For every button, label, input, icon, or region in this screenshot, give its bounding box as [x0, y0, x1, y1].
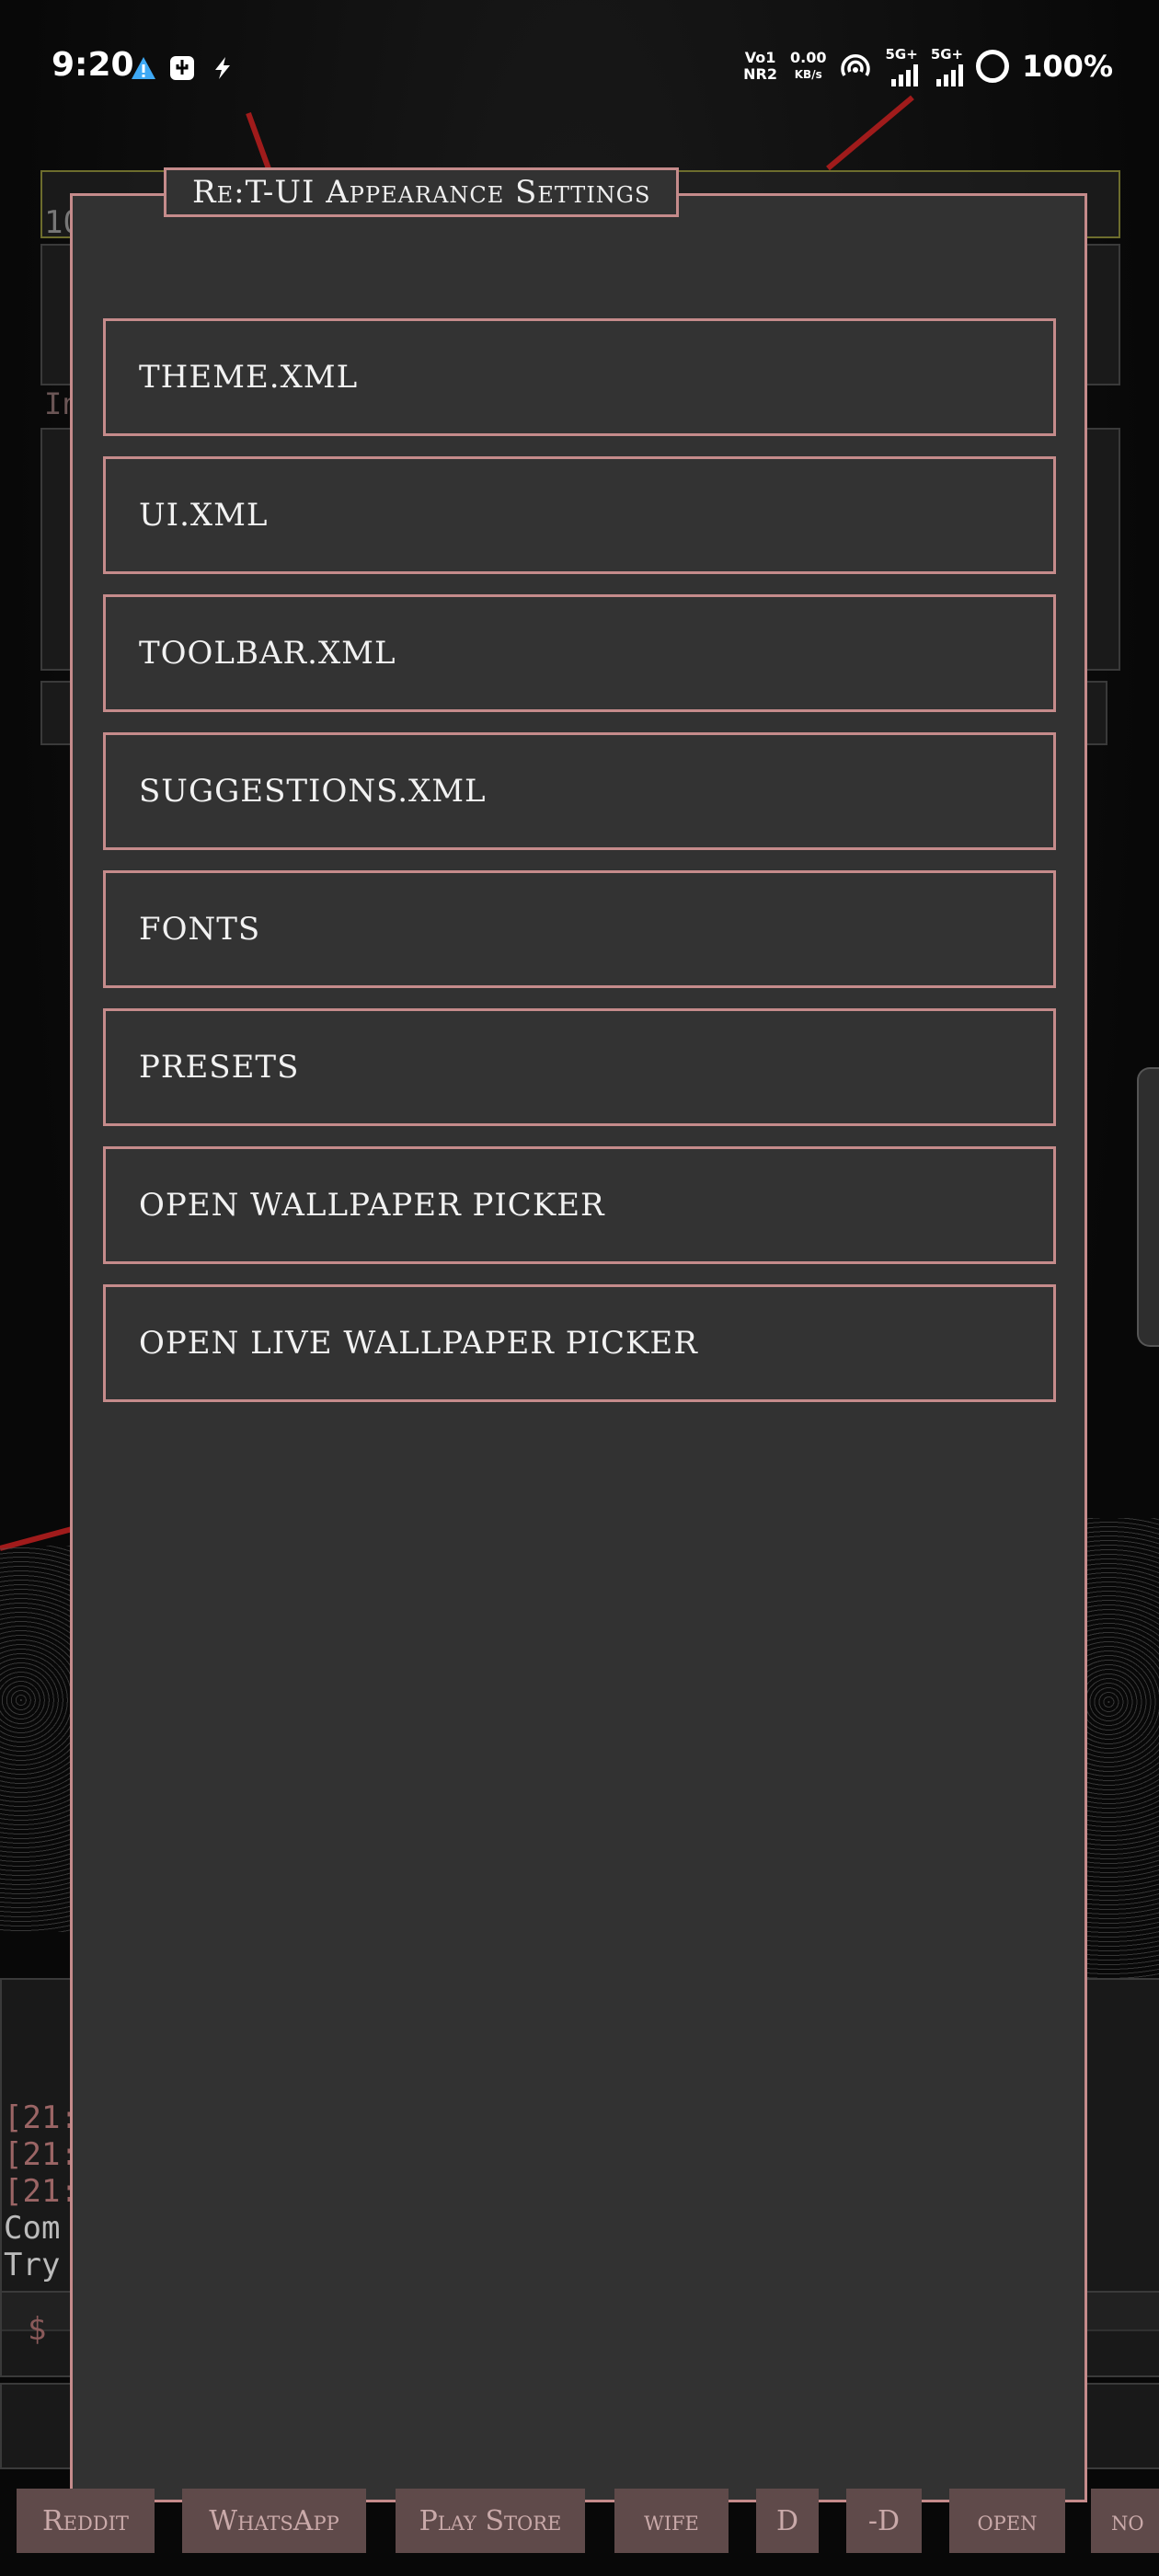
toolbar-button-open[interactable]: open — [949, 2489, 1065, 2553]
option-open-live-wallpaper-picker[interactable]: OPEN LIVE WALLPAPER PICKER — [103, 1284, 1056, 1402]
option-suggestions-xml[interactable]: SUGGESTIONS.XML — [103, 732, 1056, 850]
toolbar-button-play-store[interactable]: Play Store — [396, 2489, 585, 2553]
status-bar: 9:20 Vo1 NR2 0.00 KB/s 5G+ 5G+ 100% — [0, 0, 1159, 138]
sim2-signal-icon: 5G+ — [931, 46, 964, 86]
command-prompt: $ — [28, 2311, 47, 2348]
hotspot-icon — [841, 54, 871, 76]
log-line: [21: — [4, 2136, 79, 2173]
dialog-title: Re:T-UI Appearance Settings — [164, 167, 680, 217]
network-speed: 0.00 KB/s — [790, 49, 827, 82]
network-type: Vo1 NR2 — [743, 49, 777, 83]
side-drawer-handle[interactable] — [1137, 1067, 1159, 1347]
toolbar-button-reddit[interactable]: Reddit — [17, 2489, 155, 2553]
log-line: Com — [4, 2210, 61, 2247]
toolbar-button-whatsapp[interactable]: WhatsApp — [182, 2489, 366, 2553]
option-theme-xml[interactable]: THEME.XML — [103, 318, 1056, 436]
status-time: 9:20 — [52, 46, 134, 84]
warning-icon — [132, 57, 155, 79]
option-ui-xml[interactable]: UI.XML — [103, 456, 1056, 574]
status-right-group: Vo1 NR2 0.00 KB/s 5G+ 5G+ 100% — [743, 46, 1113, 86]
charging-icon — [215, 57, 230, 79]
battery-icon — [976, 50, 1010, 83]
sim1-signal-icon: 5G+ — [885, 46, 918, 86]
usb-debug-icon — [170, 56, 194, 80]
option-fonts[interactable]: FONTS — [103, 870, 1056, 988]
option-toolbar-xml[interactable]: TOOLBAR.XML — [103, 594, 1056, 712]
battery-level: 100% — [1022, 49, 1113, 84]
option-open-wallpaper-picker[interactable]: OPEN WALLPAPER PICKER — [103, 1146, 1056, 1264]
toolbar-button-d[interactable]: D — [756, 2489, 819, 2553]
wallpaper-texture — [0, 1546, 70, 1932]
log-line: Try — [4, 2247, 61, 2283]
toolbar-button-wife[interactable]: wife — [614, 2489, 729, 2553]
log-line: [21: — [4, 2099, 79, 2136]
toolbar-button-minus-d[interactable]: -D — [846, 2489, 922, 2553]
wallpaper-texture — [1087, 1518, 1159, 1978]
toolbar-button-more[interactable]: no — [1091, 2489, 1159, 2553]
option-presets[interactable]: PRESETS — [103, 1008, 1056, 1126]
log-line: [21: — [4, 2173, 79, 2210]
